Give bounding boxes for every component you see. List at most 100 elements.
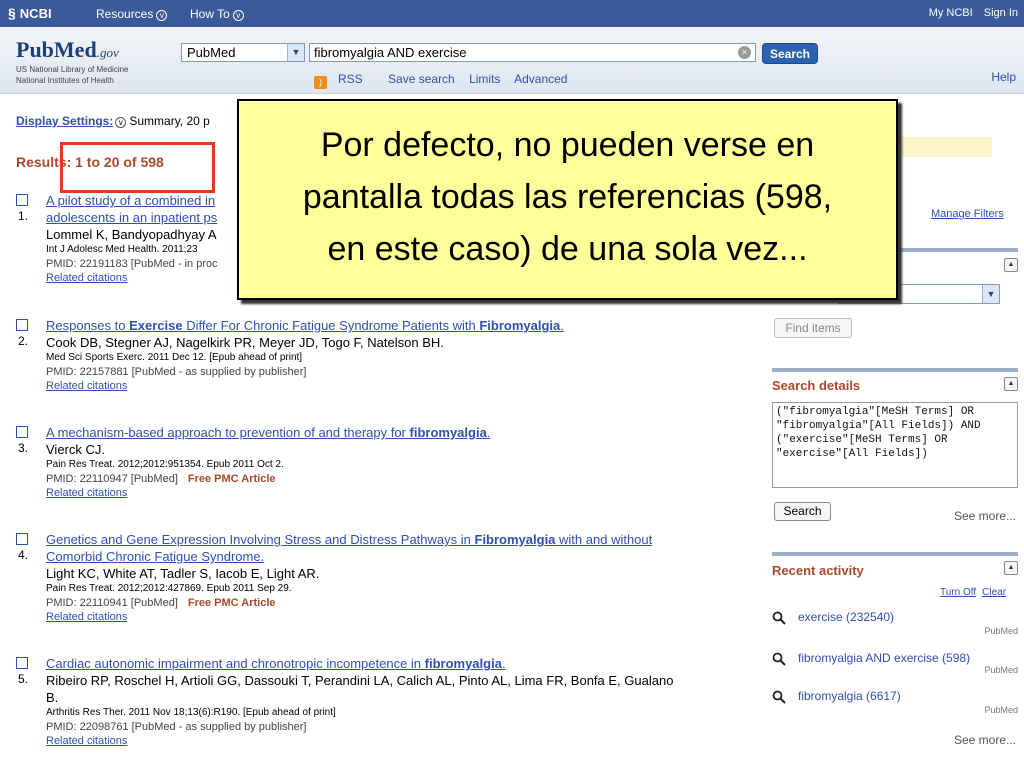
clear-link[interactable]: Clear	[982, 587, 1006, 598]
title-text: adolescents in an inpatient ps	[46, 210, 218, 225]
help-link[interactable]: Help	[991, 70, 1016, 84]
title-text: .	[560, 318, 564, 333]
search-query-text: fibromyalgia AND exercise	[314, 45, 467, 60]
chevron-down-icon[interactable]: v	[115, 117, 127, 128]
result-journal: Med Sci Sports Exerc. 2011 Dec 12. [Epub…	[46, 352, 303, 363]
ncbi-logo[interactable]: § NCBI	[8, 5, 52, 21]
title-text: A mechanism-based approach to prevention…	[46, 425, 410, 440]
title-highlight: Exercise	[129, 318, 183, 333]
result-item: 2. Responses to Exercise Differ For Chro…	[16, 317, 746, 393]
details-search-button[interactable]: Search	[774, 502, 831, 521]
activity-text: fibromyalgia (6617)	[798, 689, 901, 703]
related-citations-link[interactable]: Related citations	[46, 734, 746, 748]
account-links: My NCBI Sign In	[921, 7, 1018, 19]
turn-off-link[interactable]: Turn Off	[940, 587, 976, 598]
activity-item[interactable]: fibromyalgia AND exercise (598) PubMed	[772, 651, 1018, 675]
result-title[interactable]: Responses to Exercise Differ For Chronic…	[46, 317, 746, 334]
search-options-links: ) RSS Save search Limits Advanced	[314, 72, 578, 89]
pmid-text: PMID: 22110947 [PubMed]	[46, 473, 178, 485]
result-authors: Vierck CJ.	[46, 442, 105, 457]
logo-gov: .gov	[96, 45, 119, 60]
title-text: .	[501, 656, 506, 671]
related-citations-link[interactable]: Related citations	[46, 486, 746, 500]
chevron-down-icon: ▼	[287, 44, 304, 61]
find-items-button[interactable]: Find items	[774, 318, 852, 338]
result-title[interactable]: Cardiac autonomic impairment and chronot…	[46, 655, 746, 672]
title-text: Cardiac autonomic impairment and chronot…	[46, 656, 425, 671]
result-pmid: PMID: 22157881 [PubMed - as supplied by …	[46, 366, 307, 378]
result-number: 3.	[18, 441, 29, 455]
ncbi-helix-icon: §	[8, 5, 16, 21]
result-pmid: PMID: 22110947 [PubMed] Free PMC Article	[46, 472, 746, 486]
search-icon	[772, 690, 786, 704]
display-settings-link[interactable]: Display Settings:	[16, 114, 113, 128]
advanced-link[interactable]: Advanced	[514, 72, 567, 86]
collapse-icon[interactable]: ▲	[1004, 561, 1018, 575]
select-checkbox[interactable]	[16, 533, 28, 545]
select-checkbox[interactable]	[16, 426, 28, 438]
rss-link[interactable]: ) RSS	[314, 72, 374, 89]
result-authors: Cook DB, Stegner AJ, Nagelkirk PR, Meyer…	[46, 335, 444, 350]
activity-source: PubMed	[984, 626, 1018, 636]
resources-menu[interactable]: Resources v	[96, 7, 168, 21]
manage-filters-link[interactable]: Manage Filters	[931, 208, 1004, 220]
result-pmid: PMID: 22110941 [PubMed] Free PMC Article	[46, 596, 746, 610]
result-authors: Light KC, White AT, Tadler S, Iacob E, L…	[46, 566, 320, 581]
result-number: 1.	[18, 209, 29, 223]
title-text: Genetics and Gene Expression Involving S…	[46, 532, 475, 547]
display-settings: Display Settings: v Summary, 20 p	[16, 114, 210, 128]
result-journal: Pain Res Treat. 2012;2012:951354. Epub 2…	[46, 459, 284, 470]
activity-item[interactable]: fibromyalgia (6617) PubMed	[772, 689, 1018, 715]
rss-label: RSS	[338, 72, 363, 86]
sign-in-link[interactable]: Sign In	[984, 7, 1018, 19]
related-citations-link[interactable]: Related citations	[46, 610, 746, 624]
result-title-cont[interactable]: Comorbid Chronic Fatigue Syndrome.	[46, 548, 746, 565]
pubmed-logo[interactable]: PubMed.gov US National Library of Medici…	[16, 37, 129, 85]
chevron-down-icon: v	[156, 10, 168, 21]
free-pmc-badge[interactable]: Free PMC Article	[188, 597, 276, 609]
result-authors-cont: B.	[46, 690, 59, 705]
free-pmc-badge[interactable]: Free PMC Article	[188, 473, 276, 485]
select-checkbox[interactable]	[16, 319, 28, 331]
result-title[interactable]: Genetics and Gene Expression Involving S…	[46, 531, 746, 548]
activity-item[interactable]: exercise (232540) PubMed	[772, 610, 1018, 636]
title-highlight: Fibromyalgia	[474, 532, 556, 547]
select-checkbox[interactable]	[16, 657, 28, 669]
result-journal: Arthritis Res Ther. 2011 Nov 18;13(6):R1…	[46, 707, 336, 718]
save-search-link[interactable]: Save search	[388, 72, 455, 86]
see-more-link[interactable]: See more...	[954, 509, 1016, 523]
search-button[interactable]: Search	[762, 43, 818, 64]
my-ncbi-link[interactable]: My NCBI	[929, 7, 973, 19]
result-number: 2.	[18, 334, 29, 348]
logo-med: Med	[53, 37, 97, 62]
callout-line-1: Por defecto, no pueden verse en	[320, 126, 815, 164]
panel-divider	[772, 552, 1018, 556]
result-title[interactable]: A mechanism-based approach to prevention…	[46, 424, 746, 441]
activity-text: exercise (232540)	[798, 610, 895, 624]
search-details-textarea[interactable]: ("fibromyalgia"[MeSH Terms] OR "fibromya…	[772, 402, 1018, 488]
search-input[interactable]: fibromyalgia AND exercise ×	[309, 43, 756, 62]
logo-subtitle-2: National Institutes of Health	[16, 76, 114, 85]
clear-icon[interactable]: ×	[738, 46, 751, 59]
see-more-link[interactable]: See more...	[954, 733, 1016, 747]
activity-controls: Turn Off Clear	[934, 587, 1006, 598]
result-number: 5.	[18, 672, 29, 686]
related-citations-link[interactable]: Related citations	[46, 379, 746, 393]
results-highlight-box	[60, 142, 215, 193]
database-select[interactable]: PubMed ▼	[181, 43, 305, 62]
result-item: 5. Cardiac autonomic impairment and chro…	[16, 655, 746, 748]
logo-pub: Pub	[16, 37, 54, 62]
display-settings-value: Summary, 20 p	[129, 114, 210, 128]
collapse-icon[interactable]: ▲	[1004, 377, 1018, 391]
database-value: PubMed	[187, 45, 236, 60]
limits-link[interactable]: Limits	[469, 72, 500, 86]
chevron-down-icon: v	[232, 10, 244, 21]
title-text: with and without	[555, 532, 653, 547]
title-text: .	[486, 425, 491, 440]
howto-menu[interactable]: How To v	[190, 7, 244, 21]
select-checkbox[interactable]	[16, 194, 28, 206]
callout-line-2: pantalla todas las referencias (598,	[302, 178, 833, 216]
title-highlight: fibromyalgia	[424, 656, 502, 671]
ncbi-logo-text: NCBI	[19, 6, 52, 21]
collapse-icon[interactable]: ▲	[1004, 258, 1018, 272]
